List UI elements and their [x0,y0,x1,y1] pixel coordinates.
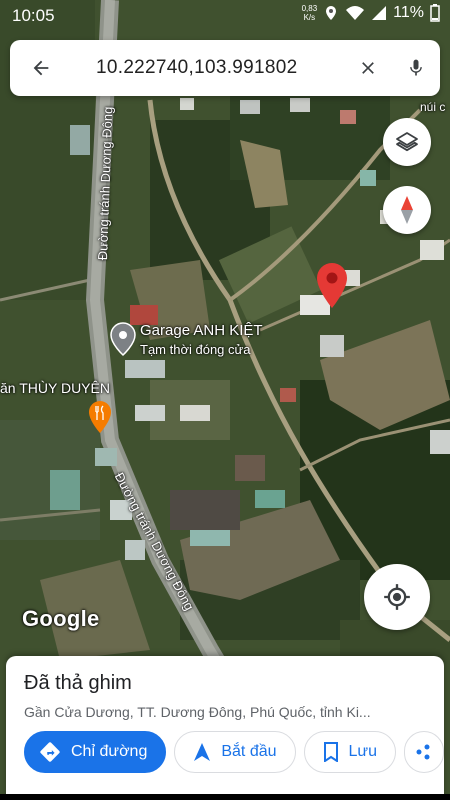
start-label: Bắt đầu [221,743,277,760]
map-pin-icon [110,322,136,357]
back-button[interactable] [10,40,72,96]
navigation-bar [0,794,450,800]
save-button[interactable]: Lưu [303,731,397,773]
red-pin-icon [317,263,347,308]
close-icon [362,62,374,74]
layers-icon [396,132,418,152]
network-speed: 0,83 K/s [302,4,318,22]
signal-icon [372,6,387,20]
edge-poi-label: núi c [420,100,446,114]
place-title: Đã thả ghim [24,672,132,694]
share-button[interactable] [404,731,445,773]
action-buttons: Chỉ đường Bắt đầu Lưu [24,731,445,773]
arrow-back-icon [33,60,49,76]
garage-poi-marker[interactable] [110,322,136,361]
garage-poi-name[interactable]: Garage ANH KIỆT [140,322,263,339]
restaurant-poi-marker[interactable] [88,400,112,439]
network-speed-unit: K/s [303,13,316,22]
place-bottom-sheet[interactable]: Đã thả ghim Gần Cửa Dương, TT. Dương Đôn… [6,656,445,800]
search-bar[interactable]: 10.222740,103.991802 [10,40,440,96]
directions-button[interactable]: Chỉ đường [24,731,167,773]
status-bar: 10:05 0,83 K/s 11% [0,0,450,32]
compass-icon [401,196,413,224]
my-location-button[interactable] [364,564,430,630]
network-speed-value: 0,83 [301,4,318,13]
status-icons: 0,83 K/s 11% [302,4,440,22]
directions-label: Chỉ đường [71,743,148,760]
voice-search-button[interactable] [392,40,440,96]
google-attribution: Google [22,606,100,631]
status-time: 10:05 [12,6,55,25]
directions-icon [40,742,60,762]
location-icon [326,6,337,20]
battery-charging-icon [430,4,440,22]
restaurant-poi-name[interactable]: ăn THÙY DUYÊN [0,380,110,396]
layers-button[interactable] [383,118,431,166]
share-icon [416,744,430,760]
dropped-pin-marker[interactable] [316,262,348,315]
restaurant-icon [89,401,111,433]
garage-poi-status: Tạm thời đóng cửa [140,342,251,357]
battery-percent: 11% [393,4,424,21]
navigation-arrow-icon [194,743,211,761]
bookmark-icon [323,742,338,762]
my-location-icon [384,584,410,610]
compass-button[interactable] [383,186,431,234]
search-input[interactable]: 10.222740,103.991802 [72,57,344,79]
maps-screen: 10:05 0,83 K/s 11% 10.222740,103.991802 [0,0,450,800]
place-address: Gần Cửa Dương, TT. Dương Đông, Phú Quốc,… [24,704,371,720]
microphone-icon [410,59,422,76]
start-navigation-button[interactable]: Bắt đầu [174,731,296,773]
clear-button[interactable] [344,40,392,96]
save-label: Lưu [348,743,378,760]
wifi-icon [346,6,365,20]
